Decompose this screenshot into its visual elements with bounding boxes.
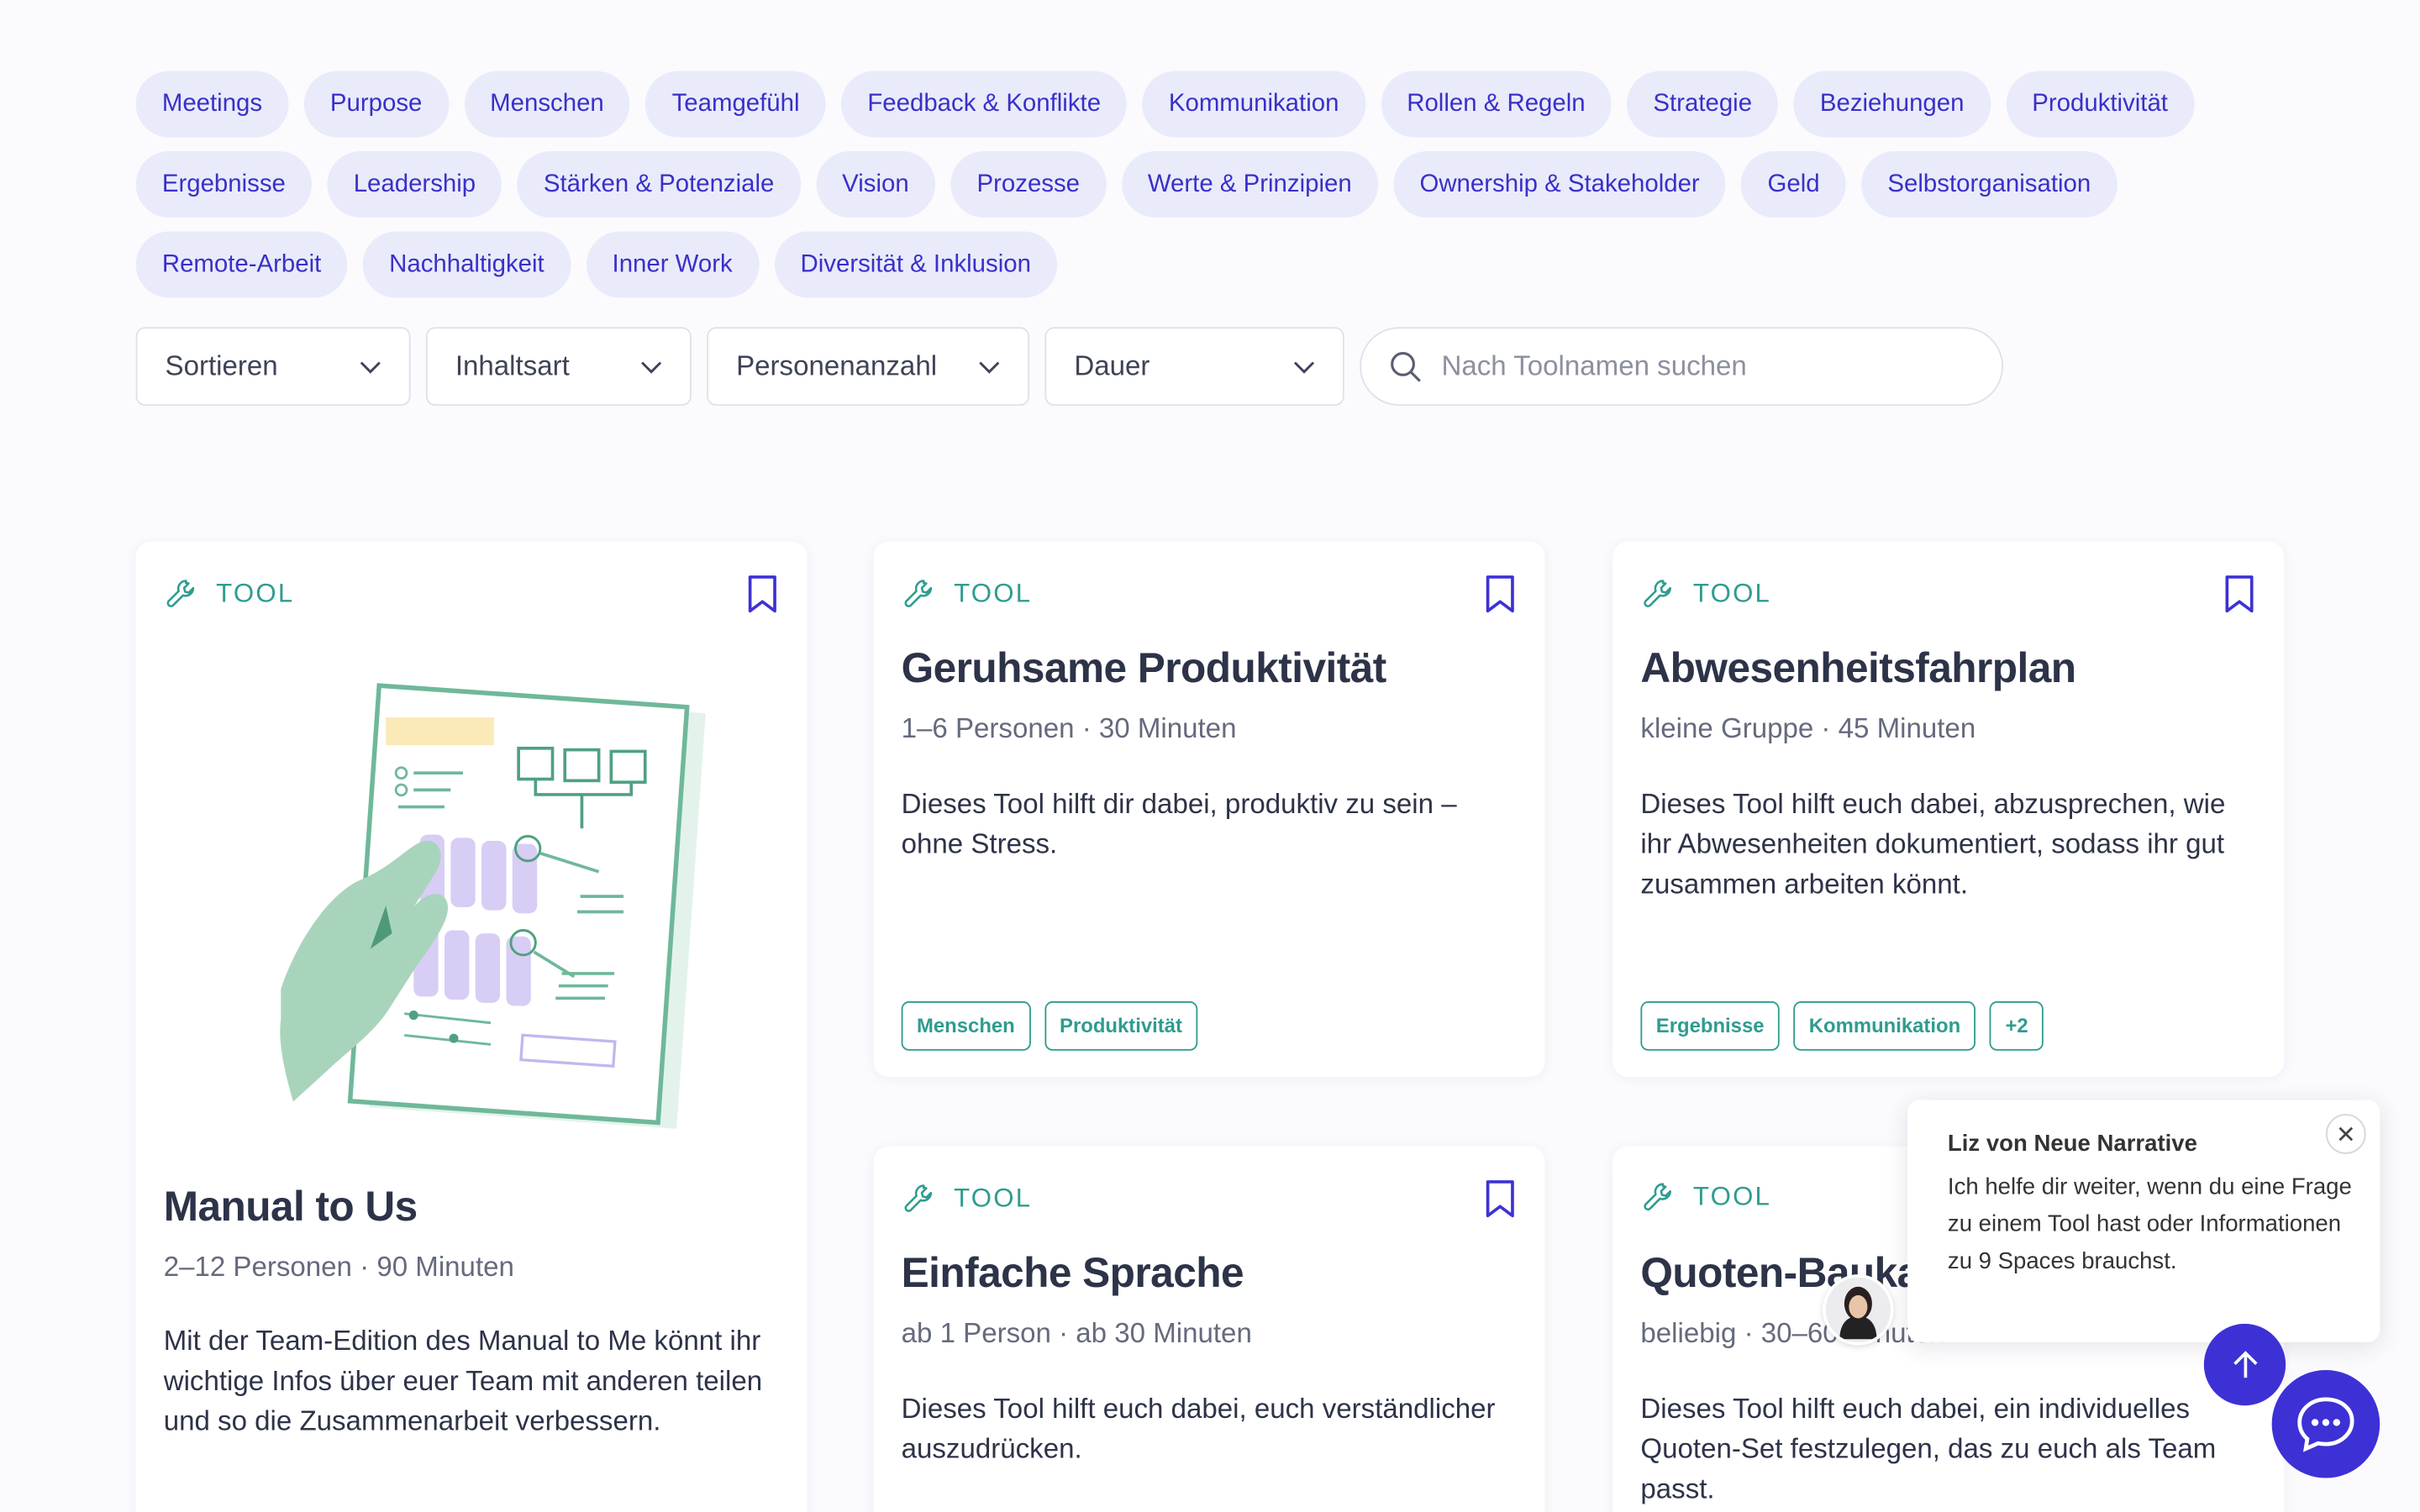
chip-beziehungen[interactable]: Beziehungen — [1793, 71, 1991, 138]
filter-bar: Sortieren Inhaltsart Personenanzahl Daue… — [135, 327, 2004, 407]
tool-card-manual-to-us[interactable]: TOOL Manual to Us 2–12 Personen · 90 Min… — [135, 541, 808, 1512]
tag-ergebnisse[interactable]: Ergebnisse — [1640, 1001, 1780, 1051]
chip-nachhaltigkeit[interactable]: Nachhaltigkeit — [362, 231, 571, 298]
card-kind: TOOL — [1640, 1179, 1771, 1215]
card-meta: kleine Gruppe · 45 Minuten — [1640, 712, 1976, 744]
chip-ergebnisse[interactable]: Ergebnisse — [135, 150, 313, 218]
card-description: Dieses Tool hilft dir dabei, produktiv z… — [901, 788, 1457, 860]
chip-diversitaet-inklusion[interactable]: Diversität & Inklusion — [774, 231, 1058, 298]
manual-illustration — [280, 683, 706, 1129]
wrench-icon — [1644, 1183, 1671, 1211]
chip-inner-work[interactable]: Inner Work — [586, 231, 759, 298]
chip-produktivitaet[interactable]: Produktivität — [2006, 71, 2195, 138]
tag-produktivitaet[interactable]: Produktivität — [1044, 1001, 1198, 1051]
card-title[interactable]: Einfache Sprache — [902, 1250, 1244, 1298]
card-tags: Menschen Produktivität — [901, 1001, 1198, 1051]
card-title[interactable]: Abwesenheitsfahrplan — [1640, 645, 2076, 693]
chip-strategie[interactable]: Strategie — [1627, 71, 1779, 138]
card-kind-label: TOOL — [954, 1183, 1033, 1213]
chevron-down-icon — [979, 360, 1000, 373]
chat-sender: Liz von Neue Narrative — [1947, 1131, 2197, 1158]
arrow-up-icon — [2233, 1350, 2257, 1378]
wrench-icon — [904, 1184, 933, 1212]
card-header: TOOL — [1640, 574, 2256, 614]
chip-geld[interactable]: Geld — [1741, 150, 1846, 218]
search-icon — [1391, 351, 1421, 381]
card-header: TOOL — [902, 1179, 1518, 1219]
card-header: TOOL — [902, 574, 1518, 614]
tool-card-abwesenheitsfahrplan[interactable]: TOOL Abwesenheitsfahrplan kleine Gruppe … — [1612, 541, 2285, 1078]
chip-vision[interactable]: Vision — [815, 150, 935, 218]
chat-message: Ich helfe dir weiter, wenn du eine Frage… — [1947, 1173, 2352, 1275]
card-header: TOOL — [164, 574, 780, 614]
wrench-icon — [166, 580, 195, 607]
chevron-down-icon — [360, 360, 381, 373]
chip-kommunikation[interactable]: Kommunikation — [1142, 71, 1365, 138]
search-input[interactable] — [1441, 349, 1966, 383]
chip-feedback-konflikte[interactable]: Feedback & Konflikte — [841, 71, 1128, 138]
chip-selbstorganisation[interactable]: Selbstorganisation — [1861, 150, 2118, 218]
chip-meetings[interactable]: Meetings — [135, 71, 289, 138]
duration-select-label: Dauer — [1074, 349, 1150, 381]
chat-button[interactable] — [2271, 1369, 2381, 1478]
card-meta: 1–6 Personen · 30 Minuten — [901, 712, 1237, 744]
card-title[interactable]: Geruhsame Produktivität — [902, 645, 1387, 693]
chip-ownership-stakeholder[interactable]: Ownership & Stakeholder — [1393, 150, 1726, 218]
card-kind: TOOL — [164, 575, 295, 612]
card-description: Dieses Tool hilft euch dabei, abzusprech… — [1640, 788, 2226, 900]
tool-card-einfache-sprache[interactable]: TOOL Einfache Sprache ab 1 Person · ab 3… — [873, 1146, 1545, 1512]
card-kind-label: TOOL — [216, 578, 295, 608]
card-kind: TOOL — [902, 575, 1033, 612]
chip-staerken-potenziale[interactable]: Stärken & Potenziale — [517, 150, 801, 218]
close-icon — [2338, 1126, 2354, 1142]
wrench-icon — [904, 580, 933, 607]
card-description: Mit der Team-Edition des Manual to Me kö… — [163, 1325, 763, 1436]
chevron-down-icon — [1293, 360, 1315, 373]
bookmark-icon[interactable] — [745, 574, 779, 614]
card-description: Dieses Tool hilft euch dabei, euch verst… — [901, 1393, 1496, 1465]
people-count-select-label: Personenanzahl — [736, 349, 938, 381]
bookmark-icon[interactable] — [1483, 574, 1517, 614]
card-meta: beliebig · 30–60 Minuten — [1640, 1317, 1945, 1349]
chip-menschen[interactable]: Menschen — [463, 71, 631, 138]
sort-select[interactable]: Sortieren — [135, 327, 411, 407]
card-meta: 2–12 Personen · 90 Minuten — [163, 1251, 514, 1283]
card-title[interactable]: Manual to Us — [164, 1184, 418, 1231]
sort-select-label: Sortieren — [165, 349, 278, 381]
close-button[interactable] — [2325, 1114, 2366, 1154]
bookmark-icon[interactable] — [1483, 1179, 1517, 1219]
card-kind-label: TOOL — [954, 578, 1033, 608]
card-description: Dieses Tool hilft euch dabei, ein indivi… — [1640, 1393, 2217, 1504]
chip-leadership[interactable]: Leadership — [327, 150, 502, 218]
content-type-select[interactable]: Inhaltsart — [425, 327, 692, 407]
tag-more[interactable]: +2 — [1990, 1001, 2044, 1051]
topic-filter-chips: Meetings Purpose Menschen Teamgefühl Fee… — [135, 71, 2235, 298]
bookmark-icon[interactable] — [2223, 574, 2256, 614]
tag-menschen[interactable]: Menschen — [901, 1001, 1031, 1051]
card-kind-label: TOOL — [1692, 578, 1772, 608]
tool-search[interactable] — [1360, 327, 2004, 407]
card-meta: ab 1 Person · ab 30 Minuten — [901, 1317, 1252, 1349]
people-count-select[interactable]: Personenanzahl — [707, 327, 1030, 407]
wrench-icon — [1644, 580, 1671, 607]
avatar — [1823, 1274, 1894, 1346]
chip-teamgefuehl[interactable]: Teamgefühl — [645, 71, 826, 138]
content-type-select-label: Inhaltsart — [455, 349, 570, 381]
chip-rollen-regeln[interactable]: Rollen & Regeln — [1381, 71, 1612, 138]
card-kind: TOOL — [1640, 575, 1771, 612]
tool-card-geruhsame-produktivitaet[interactable]: TOOL Geruhsame Produktivität 1–6 Persone… — [873, 541, 1545, 1078]
duration-select[interactable]: Dauer — [1044, 327, 1344, 407]
chip-werte-prinzipien[interactable]: Werte & Prinzipien — [1121, 150, 1378, 218]
chat-popup: Liz von Neue Narrative Ich helfe dir wei… — [1907, 1100, 2381, 1342]
chip-remote-arbeit[interactable]: Remote-Arbeit — [135, 231, 348, 298]
chevron-down-icon — [641, 360, 662, 373]
card-kind-label: TOOL — [1692, 1181, 1772, 1211]
chip-prozesse[interactable]: Prozesse — [950, 150, 1107, 218]
chat-bubble-icon — [2297, 1397, 2354, 1452]
chip-purpose[interactable]: Purpose — [303, 71, 449, 138]
scroll-to-top-button[interactable] — [2203, 1323, 2286, 1406]
card-tags: Ergebnisse Kommunikation +2 — [1640, 1001, 2044, 1051]
card-kind: TOOL — [902, 1180, 1033, 1217]
tag-kommunikation[interactable]: Kommunikation — [1793, 1001, 1976, 1051]
